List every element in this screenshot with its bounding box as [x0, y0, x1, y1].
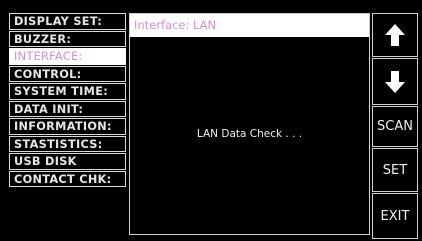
status-message: LAN Data Check . . .	[196, 128, 303, 140]
arrow-up-icon	[384, 23, 406, 47]
down-button[interactable]	[372, 58, 418, 105]
softkey-column: SCAN SET EXIT	[372, 13, 418, 240]
menu-item-information[interactable]: INFORMATION:	[9, 118, 126, 135]
menu-item-display-set[interactable]: DISPLAY SET:	[9, 13, 126, 30]
content-panel: Interface: LAN LAN Data Check . . .	[129, 13, 370, 235]
menu-item-buzzer[interactable]: BUZZER:	[9, 30, 126, 47]
menu-item-usb-disk[interactable]: USB DISK	[9, 153, 126, 170]
settings-menu: DISPLAY SET: BUZZER: INTERFACE: CONTROL:…	[9, 13, 126, 188]
scan-button[interactable]: SCAN	[372, 106, 418, 147]
exit-button[interactable]: EXIT	[372, 193, 418, 239]
panel-title: Interface: LAN	[130, 14, 369, 37]
menu-item-data-init[interactable]: DATA INIT:	[9, 100, 126, 117]
menu-item-interface[interactable]: INTERFACE:	[9, 48, 126, 65]
menu-item-contact-chk[interactable]: CONTACT CHK:	[9, 170, 126, 187]
menu-item-statistics[interactable]: STASTISTICS:	[9, 135, 126, 152]
menu-item-system-time[interactable]: SYSTEM TIME:	[9, 83, 126, 100]
set-button[interactable]: SET	[372, 148, 418, 192]
arrow-down-icon	[384, 70, 406, 94]
menu-item-control[interactable]: CONTROL:	[9, 65, 126, 82]
instrument-screen: DISPLAY SET: BUZZER: INTERFACE: CONTROL:…	[0, 0, 422, 241]
up-button[interactable]	[372, 13, 418, 57]
